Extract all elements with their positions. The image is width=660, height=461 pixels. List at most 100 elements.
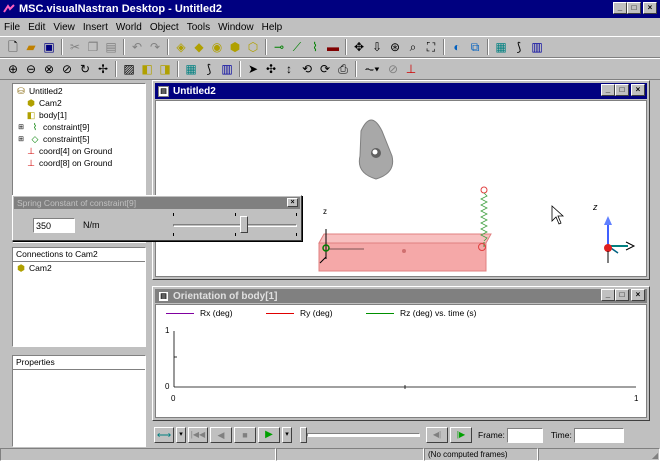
copy-icon[interactable]: ❐: [84, 38, 102, 56]
play-icon[interactable]: ▶: [258, 427, 280, 443]
maximize-button[interactable]: □: [627, 2, 641, 14]
menu-world[interactable]: World: [116, 22, 142, 33]
connection-item[interactable]: ⬢ Cam2: [13, 262, 145, 274]
paste-icon[interactable]: ▤: [102, 38, 120, 56]
viewport-close-button[interactable]: ×: [631, 84, 645, 96]
timeline-slider[interactable]: [300, 427, 420, 443]
viewport-maximize-button[interactable]: □: [615, 84, 629, 96]
tree-item-cam2[interactable]: ⬢ Cam2: [15, 97, 143, 109]
step-forward-frame-icon[interactable]: |▶: [450, 427, 472, 443]
window-icon[interactable]: ⧉: [466, 38, 484, 56]
zoom-view-icon[interactable]: ⌕: [404, 38, 422, 56]
loop-icon[interactable]: ⟷: [154, 427, 174, 443]
menu-view[interactable]: View: [53, 22, 75, 33]
link-tool-icon[interactable]: ⊘: [384, 60, 402, 78]
force-icon[interactable]: ✥: [350, 38, 368, 56]
view-iso-icon[interactable]: ◧: [138, 60, 156, 78]
status-bar: (No computed frames) ◢: [0, 448, 660, 461]
cam-body[interactable]: [358, 119, 394, 180]
box-icon[interactable]: ◉: [208, 38, 226, 56]
motor-icon[interactable]: ⊛: [386, 38, 404, 56]
render-icon[interactable]: ◐: [448, 38, 466, 56]
menu-file[interactable]: File: [4, 22, 20, 33]
menu-insert[interactable]: Insert: [83, 22, 108, 33]
redo-icon[interactable]: ↷: [146, 38, 164, 56]
meter-toggle-icon[interactable]: ▥: [218, 60, 236, 78]
cut-icon[interactable]: ✂: [66, 38, 84, 56]
spring-constant-input[interactable]: [33, 218, 75, 233]
measure-icon[interactable]: ⟆: [510, 38, 528, 56]
expand-icon[interactable]: ⊞: [15, 135, 27, 143]
spring-icon[interactable]: ⌇: [306, 38, 324, 56]
meter-icon[interactable]: ▥: [528, 38, 546, 56]
menu-object[interactable]: Object: [150, 22, 179, 33]
view-front-icon[interactable]: ▨: [120, 60, 138, 78]
viewport-minimize-button[interactable]: _: [601, 84, 615, 96]
rotate-object-icon[interactable]: ⟲: [298, 60, 316, 78]
timeline-track[interactable]: [307, 433, 420, 437]
view-solid-icon[interactable]: ◨: [156, 60, 174, 78]
move-icon[interactable]: ✣: [262, 60, 280, 78]
new-icon[interactable]: 🗋: [4, 38, 22, 56]
plot-close-button[interactable]: ×: [631, 289, 645, 301]
polygon-icon[interactable]: ⬢: [226, 38, 244, 56]
spring-tool-icon[interactable]: ⏦▾: [360, 60, 384, 78]
spring-slider-track[interactable]: [173, 224, 297, 227]
move-vertical-icon[interactable]: ↕: [280, 60, 298, 78]
zoom-in-icon[interactable]: ⊕: [4, 60, 22, 78]
select-arrow-icon[interactable]: ➤: [244, 60, 262, 78]
rod-icon[interactable]: ⟋: [288, 38, 306, 56]
plot-area[interactable]: Rx (deg) Ry (deg) Rz (deg) vs. time (s) …: [155, 304, 647, 418]
zoom-prev-icon[interactable]: ⊘: [58, 60, 76, 78]
stop-icon[interactable]: ■: [234, 427, 256, 443]
fit-view-icon[interactable]: ⛶: [422, 38, 440, 56]
grid-toggle-icon[interactable]: ▦: [182, 60, 200, 78]
zoom-box-icon[interactable]: ⊗: [40, 60, 58, 78]
play-dropdown-icon[interactable]: ▾: [282, 427, 292, 443]
sphere-icon[interactable]: ◈: [172, 38, 190, 56]
plot-maximize-button[interactable]: □: [615, 289, 629, 301]
time-input[interactable]: [573, 427, 624, 443]
resize-grip-icon[interactable]: ◢: [652, 451, 658, 460]
menu-window[interactable]: Window: [218, 22, 254, 33]
tree-item-constraint9[interactable]: ⊞ ⌇ constraint[9]: [15, 121, 143, 133]
grid-icon[interactable]: ▦: [492, 38, 510, 56]
step-back-icon[interactable]: ◀: [210, 427, 232, 443]
menu-help[interactable]: Help: [262, 22, 283, 33]
open-icon[interactable]: ▰: [22, 38, 40, 56]
frame-input[interactable]: [506, 427, 543, 443]
3d-viewport[interactable]: z z: [155, 100, 647, 277]
expand-icon[interactable]: ⊞: [15, 123, 27, 131]
save-icon[interactable]: ▣: [40, 38, 58, 56]
minimize-button[interactable]: _: [613, 2, 627, 14]
zoom-out-icon[interactable]: ⊖: [22, 60, 40, 78]
pan-icon[interactable]: ✢: [94, 60, 112, 78]
tree-item-coord4[interactable]: ⊥ coord[4] on Ground: [15, 145, 143, 157]
joint-icon[interactable]: ⊸: [270, 38, 288, 56]
damper-icon[interactable]: ▬: [324, 38, 342, 56]
camera-icon[interactable]: ⎙: [334, 60, 352, 78]
plot-minimize-button[interactable]: _: [601, 289, 615, 301]
loop-dropdown-icon[interactable]: ▾: [176, 427, 186, 443]
tree-item-root[interactable]: ⛁ Untitled2: [15, 85, 143, 97]
cylinder-icon[interactable]: ◆: [190, 38, 208, 56]
close-button[interactable]: ×: [643, 2, 657, 14]
menu-tools[interactable]: Tools: [187, 22, 210, 33]
body1-block[interactable]: [318, 233, 492, 272]
torque-icon[interactable]: ⇩: [368, 38, 386, 56]
coord-tool-icon[interactable]: ⊥: [402, 60, 420, 78]
menu-edit[interactable]: Edit: [28, 22, 45, 33]
undo-icon[interactable]: ↶: [128, 38, 146, 56]
rewind-icon[interactable]: |◀◀: [188, 427, 208, 443]
spring-dialog-close-button[interactable]: ×: [287, 198, 298, 207]
tree-item-constraint5[interactable]: ⊞ ◇ constraint[5]: [15, 133, 143, 145]
tree-item-body1[interactable]: ◧ body[1]: [15, 109, 143, 121]
spin-icon[interactable]: ⟳: [316, 60, 334, 78]
measure-toggle-icon[interactable]: ⟆: [200, 60, 218, 78]
rotate-icon[interactable]: ↻: [76, 60, 94, 78]
tree-item-coord8[interactable]: ⊥ coord[8] on Ground: [15, 157, 143, 169]
step-back-frame-icon[interactable]: ◀|: [426, 427, 448, 443]
extrude-icon[interactable]: ⬡: [244, 38, 262, 56]
timeline-thumb[interactable]: [300, 427, 307, 443]
spring-slider-thumb[interactable]: [240, 216, 249, 233]
